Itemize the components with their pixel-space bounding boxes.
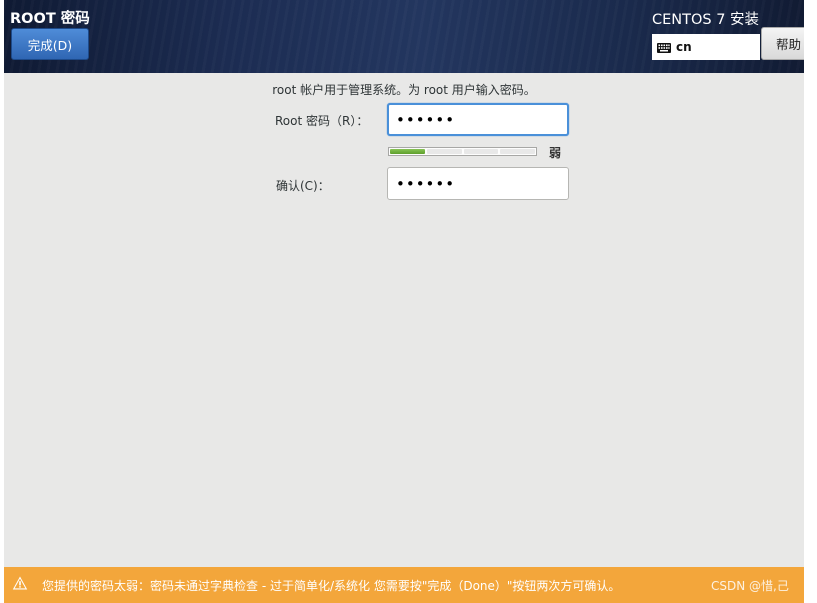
strength-segment [500,149,535,154]
warning-bar[interactable]: 您提供的密码太弱：密码未通过字典检查 - 过于简单化/系统化 您需要按"完成（D… [4,567,804,603]
watermark: CSDN @惜,己 [711,579,789,593]
confirm-label: 确认(C)： [276,179,330,193]
strength-segment [426,149,462,154]
password-label: Root 密码（R）： [275,114,369,128]
confirm-password-input[interactable]: •••••• [387,167,569,200]
password-strength-meter [388,147,537,156]
password-strength-label: 弱 [549,146,562,160]
keyboard-icon [657,38,671,57]
keyboard-layout-label: cn [676,40,692,54]
keyboard-layout-indicator[interactable]: cn [652,34,760,60]
help-button[interactable]: 帮助 [761,27,804,60]
warning-message: 您提供的密码太弱：密码未通过字典检查 - 过于简单化/系统化 您需要按"完成（D… [42,578,621,593]
done-button[interactable]: 完成(D) [11,28,89,60]
strength-segment [463,149,499,154]
root-password-screen: ROOT 密码 完成(D) CENTOS 7 安装 cn 帮助 root 帐户用… [4,0,804,603]
install-title: CENTOS 7 安装 [652,12,760,28]
warning-triangle-icon [12,575,28,595]
password-input[interactable]: •••••• [387,103,569,136]
instruction-text: root 帐户用于管理系统。为 root 用户输入密码。 [272,83,536,97]
header-bar: ROOT 密码 完成(D) CENTOS 7 安装 cn 帮助 [4,0,804,73]
strength-segment [390,149,425,154]
page-title: ROOT 密码 [10,11,90,27]
